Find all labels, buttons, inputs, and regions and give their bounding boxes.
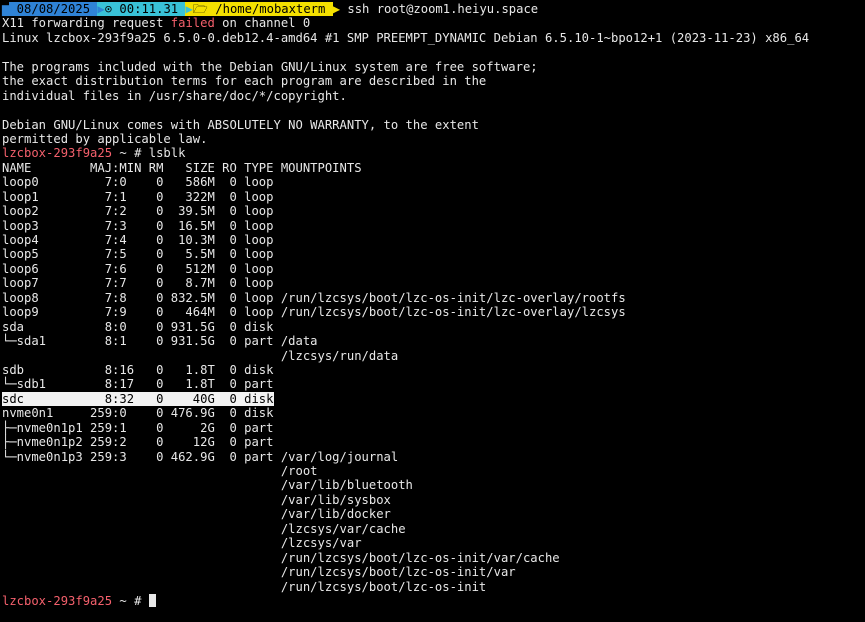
entered-command: lsblk: [148, 146, 186, 161]
x11-warning-line: X11 forwarding request failed on channel…: [2, 16, 311, 31]
lsblk-row: /var/lib/sysbox: [2, 492, 391, 507]
banner-line: permitted by applicable law.: [2, 131, 208, 146]
lsblk-row: /run/lzcsys/boot/lzc-os-init/var: [2, 565, 516, 580]
banner-line: [2, 45, 865, 59]
lsblk-row: loop0 7:0 0 586M 0 loop: [2, 175, 274, 190]
folder-icon: 🗁: [192, 2, 208, 16]
lsblk-row: loop1 7:1 0 322M 0 loop: [2, 189, 274, 204]
prompt-host: lzcbox-293f9a25: [2, 146, 113, 161]
banner-line: individual files in /usr/share/doc/*/cop…: [2, 88, 347, 103]
lsblk-row: └─sdb1 8:17 0 1.8T 0 part: [2, 377, 274, 392]
prompt-host: lzcbox-293f9a25: [2, 593, 113, 608]
prompt-path: 🗁 /home/mobaxterm: [192, 2, 333, 16]
banner-line: The programs included with the Debian GN…: [2, 59, 538, 74]
lsblk-row: /var/lib/docker: [2, 507, 391, 522]
lsblk-row: loop6 7:6 0 512M 0 loop: [2, 261, 274, 276]
lsblk-row: └─sda1 8:1 0 931.5G 0 part /data: [2, 334, 318, 349]
lsblk-row: nvme0n1 259:0 0 476.9G 0 disk: [2, 406, 274, 421]
banner-line: Debian GNU/Linux comes with ABSOLUTELY N…: [2, 117, 479, 132]
prompt-line: lzcbox-293f9a25 ~ # lsblk: [2, 146, 186, 161]
ssh-command: ssh root@zoom1.heiyu.space: [340, 2, 539, 16]
prompt-date: 08/08/2025: [9, 2, 98, 16]
lsblk-row: loop5 7:5 0 5.5M 0 loop: [2, 247, 274, 262]
powerline-separator-icon: ▶: [332, 2, 341, 16]
failed-word: failed: [170, 16, 215, 31]
banner-line: [2, 103, 865, 117]
lsblk-row: sda 8:0 0 931.5G 0 disk: [2, 319, 274, 334]
banner-line: Linux lzcbox-293f9a25 6.5.0-0.deb12.4-am…: [2, 30, 810, 45]
lsblk-output: loop0 7:0 0 586M 0 loop loop1 7:1 0 322M …: [2, 175, 865, 594]
lsblk-row: loop9 7:9 0 464M 0 loop /run/lzcsys/boot…: [2, 305, 626, 320]
lsblk-row: ├─nvme0n1p1 259:1 0 2G 0 part: [2, 420, 274, 435]
mobaxterm-prompt-line: ▆ 08/08/2025 ▶⊙ 00:11.31 ▶🗁 /home/mobaxt…: [2, 2, 865, 16]
clock-icon: ⊙: [104, 2, 113, 16]
lsblk-row: /lzcsys/run/data: [2, 348, 399, 363]
lsblk-row: ├─nvme0n1p2 259:2 0 12G 0 part: [2, 435, 274, 450]
banner-line: the exact distribution terms for each pr…: [2, 74, 487, 89]
lsblk-row: /lzcsys/var/cache: [2, 521, 406, 536]
lsblk-row: └─nvme0n1p3 259:3 0 462.9G 0 part /var/l…: [2, 449, 399, 464]
lsblk-row: /run/lzcsys/boot/lzc-os-init/var/cache: [2, 550, 560, 565]
lsblk-row: sdb 8:16 0 1.8T 0 disk: [2, 362, 274, 377]
login-banner: Linux lzcbox-293f9a25 6.5.0-0.deb12.4-am…: [2, 31, 865, 147]
powerline-separator-icon: ▶: [97, 2, 105, 16]
lsblk-row: /lzcsys/var: [2, 536, 362, 551]
lsblk-row: loop3 7:3 0 16.5M 0 loop: [2, 218, 274, 233]
lsblk-row: loop7 7:7 0 8.7M 0 loop: [2, 276, 274, 291]
lsblk-header: NAME MAJ:MIN RM SIZE RO TYPE MOUNTPOINTS: [2, 160, 362, 175]
terminal-window[interactable]: ▆ 08/08/2025 ▶⊙ 00:11.31 ▶🗁 /home/mobaxt…: [0, 0, 865, 622]
lsblk-row: /root: [2, 464, 318, 478]
active-prompt-line[interactable]: lzcbox-293f9a25 ~ #: [2, 593, 865, 608]
lsblk-row: loop8 7:8 0 832.5M 0 loop /run/lzcsys/bo…: [2, 290, 626, 305]
lsblk-row-selected: sdc 8:32 0 40G 0 disk: [2, 391, 274, 406]
prompt-time: ⊙ 00:11.31: [104, 2, 186, 16]
lsblk-row: loop4 7:4 0 10.3M 0 loop: [2, 233, 274, 247]
lsblk-row: /run/lzcsys/boot/lzc-os-init: [2, 579, 487, 594]
lsblk-row: /var/lib/bluetooth: [2, 478, 413, 493]
lsblk-row: loop2 7:2 0 39.5M 0 loop: [2, 204, 274, 219]
text-cursor[interactable]: [148, 593, 156, 607]
powerline-separator-icon: ▶: [185, 2, 193, 16]
